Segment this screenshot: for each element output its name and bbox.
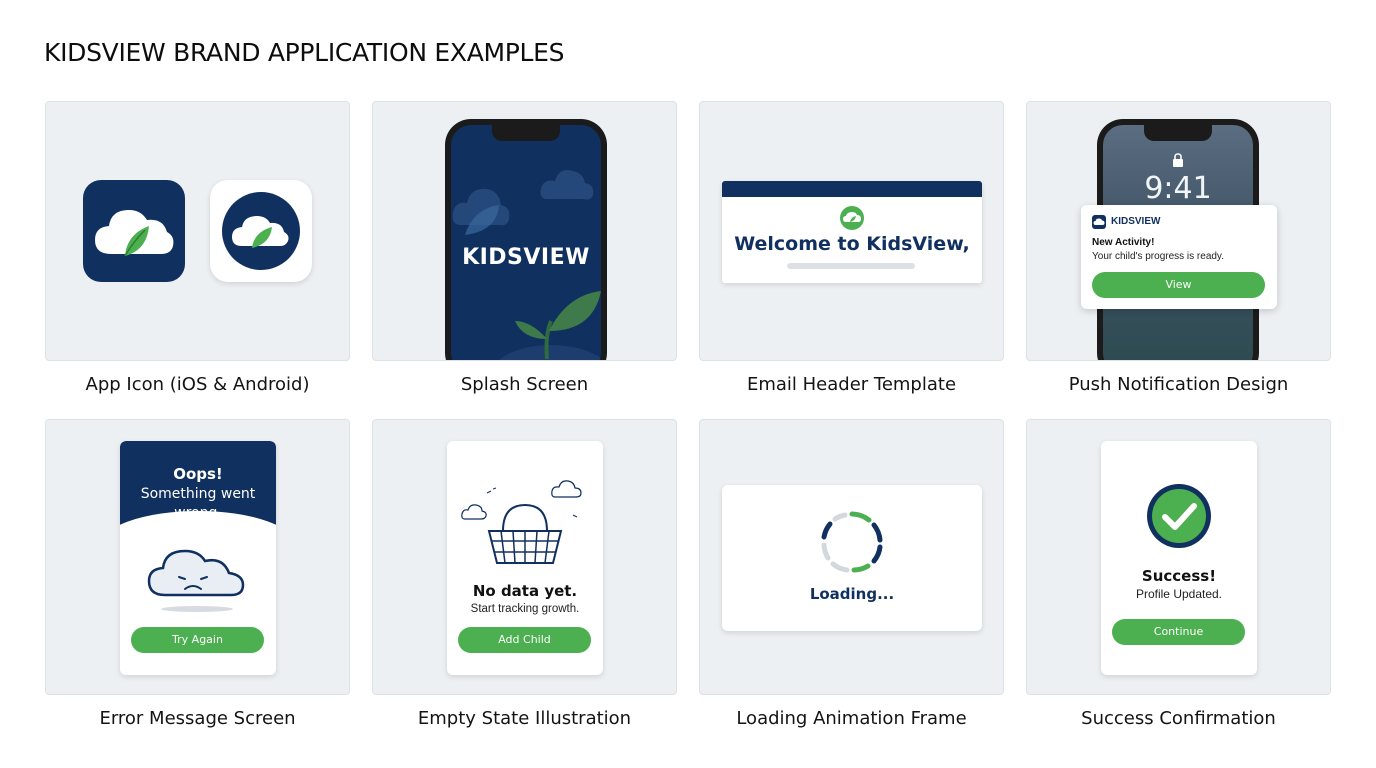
email-header-card: Welcome to KidsView, bbox=[722, 181, 982, 283]
sad-cloud-icon bbox=[147, 549, 245, 612]
push-notification-tile[interactable]: 9:41 KIDSVIEW New Activity! Your child's… bbox=[1026, 101, 1331, 361]
error-headline: Oops! bbox=[173, 465, 223, 483]
empty-message: Start tracking growth. bbox=[470, 603, 580, 615]
splash-screen-tile[interactable]: KIDSVIEW bbox=[372, 101, 677, 361]
app-icon-caption: App Icon (iOS & Android) bbox=[85, 374, 310, 395]
notification-brand: KIDSVIEW bbox=[1111, 216, 1161, 227]
add-child-button[interactable]: Add Child bbox=[458, 627, 591, 653]
android-app-icon bbox=[210, 180, 312, 282]
page-title: KIDSVIEW BRAND APPLICATION EXAMPLES bbox=[44, 38, 565, 67]
email-header-caption: Email Header Template bbox=[746, 374, 957, 395]
notification-title: New Activity! bbox=[1092, 237, 1155, 248]
loading-animation-tile[interactable]: Loading... bbox=[699, 419, 1004, 695]
app-icon-tile[interactable] bbox=[45, 101, 350, 361]
loading-text: Loading... bbox=[809, 585, 895, 603]
error-card: Oops! Something went wrong. Try Again bbox=[120, 441, 276, 675]
continue-button[interactable]: Continue bbox=[1112, 619, 1245, 645]
email-header-tile[interactable]: Welcome to KidsView, bbox=[699, 101, 1004, 361]
error-message: Something went wrong. bbox=[140, 486, 256, 521]
cloud-leaf-icon bbox=[1092, 215, 1106, 229]
notification-card[interactable]: KIDSVIEW New Activity! Your child's prog… bbox=[1081, 205, 1277, 309]
lock-screen-time: 9:41 bbox=[1144, 171, 1212, 206]
splash-screen-caption: Splash Screen bbox=[460, 374, 589, 395]
phone-mockup: KIDSVIEW bbox=[445, 119, 607, 360]
success-headline: Success! bbox=[1141, 567, 1217, 585]
empty-state-card: No data yet. Start tracking growth. Add … bbox=[447, 441, 603, 675]
splash-wordmark: KIDSVIEW bbox=[462, 245, 590, 270]
cloud-leaf-icon bbox=[840, 206, 864, 230]
empty-headline: No data yet. bbox=[472, 582, 578, 600]
success-confirmation-tile[interactable]: Success! Profile Updated. Continue bbox=[1026, 419, 1331, 695]
success-confirmation-caption: Success Confirmation bbox=[1081, 708, 1276, 729]
try-again-button[interactable]: Try Again bbox=[131, 627, 264, 653]
lock-icon bbox=[1173, 153, 1183, 167]
push-notification-caption: Push Notification Design bbox=[1068, 374, 1289, 395]
empty-state-caption: Empty State Illustration bbox=[417, 708, 632, 729]
email-headline: Welcome to KidsView, bbox=[734, 233, 970, 255]
basket-illustration-icon bbox=[461, 480, 582, 564]
cloud-leaf-icon bbox=[232, 216, 289, 248]
ios-app-icon bbox=[83, 180, 185, 282]
view-button[interactable]: View bbox=[1092, 272, 1265, 298]
loading-card: Loading... bbox=[722, 485, 982, 631]
notification-body: Your child's progress is ready. bbox=[1092, 251, 1224, 262]
loading-animation-caption: Loading Animation Frame bbox=[736, 708, 967, 729]
checkmark-icon bbox=[1147, 484, 1211, 548]
success-message: Profile Updated. bbox=[1135, 587, 1223, 601]
error-message-tile[interactable]: Oops! Something went wrong. Try Again bbox=[45, 419, 350, 695]
email-header-bar bbox=[722, 181, 982, 197]
success-card: Success! Profile Updated. Continue bbox=[1101, 441, 1257, 675]
empty-state-tile[interactable]: No data yet. Start tracking growth. Add … bbox=[372, 419, 677, 695]
cloud-leaf-icon bbox=[95, 210, 174, 257]
loading-spinner-icon bbox=[821, 511, 883, 573]
error-message-caption: Error Message Screen bbox=[99, 708, 296, 729]
email-placeholder-line bbox=[787, 263, 915, 269]
splash-background-art bbox=[452, 170, 601, 360]
